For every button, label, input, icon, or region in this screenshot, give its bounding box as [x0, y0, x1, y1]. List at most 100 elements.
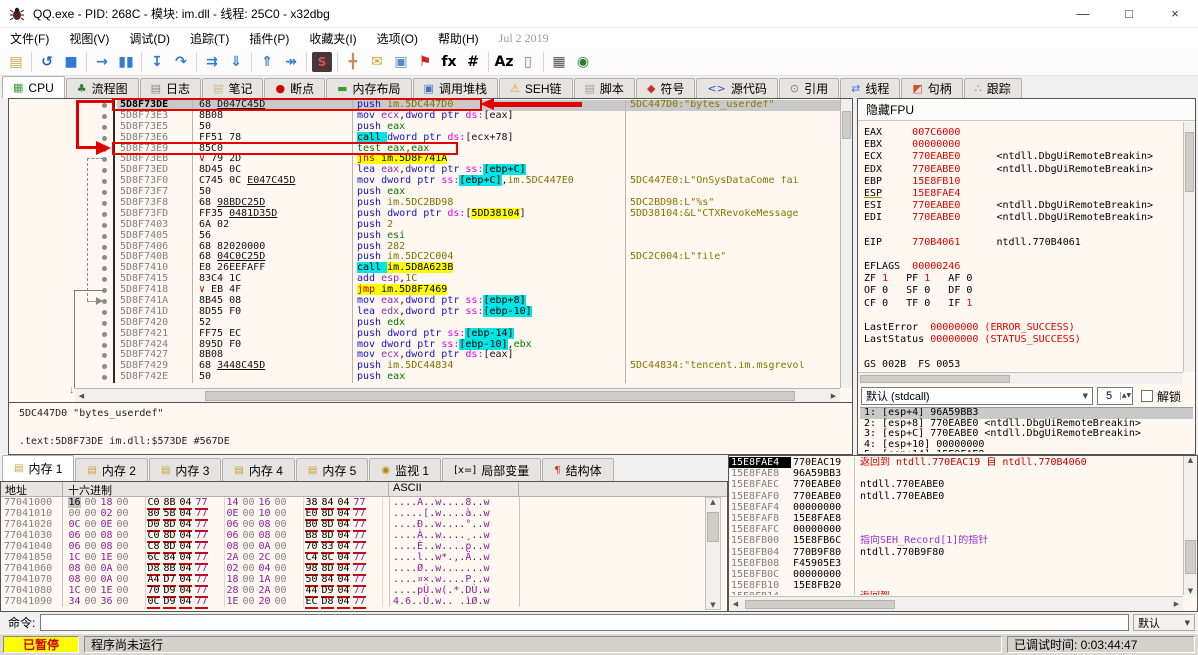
stack-row[interactable]: 15E8FAE4 770EAC19 返回到 ntdll.770EAC19 自 ntd…: [729, 457, 1183, 469]
tab-memory-map[interactable]: ▬ 内存布局: [326, 78, 412, 98]
argument-depth-stepper[interactable]: 5 ▲▼: [1097, 387, 1133, 405]
tab-dump3[interactable]: ▤ 内存 3: [148, 458, 222, 481]
menu-item[interactable]: 插件(P): [239, 30, 299, 47]
stepper-arrows-icon[interactable]: ▲▼: [1120, 392, 1132, 400]
stack-row[interactable]: 15E8FB08 F45905E3: [729, 557, 1183, 569]
scrollbar-thumb[interactable]: [205, 391, 795, 401]
memory-dump-panel[interactable]: 地址 十六进制 ASCII 77041000 16 00 18 00 C0 8B 04 77 14…: [0, 481, 728, 612]
stack-row[interactable]: 15E8FB0C 00000000: [729, 568, 1183, 581]
stack-row[interactable]: 15E8FAF4 00000000: [729, 501, 1183, 513]
tab-dump1[interactable]: ▤ 内存 1: [2, 455, 75, 481]
hide-fpu-button[interactable]: 隐藏FPU: [858, 99, 1195, 121]
tab-struct[interactable]: ¶ 结构体: [542, 458, 614, 481]
stack-row[interactable]: 15E8FB00 15E8FB6C 指向SEH_Record[1]的指针: [729, 535, 1183, 547]
stack-row[interactable]: 15E8FB04 770B9F80 ntdll.770B9F80: [729, 546, 1183, 558]
calculator-button[interactable]: ▦: [547, 50, 571, 74]
tab-dump5[interactable]: ▤ 内存 5: [295, 458, 369, 481]
menu-item[interactable]: 视图(V): [59, 30, 119, 47]
command-input[interactable]: [40, 614, 1129, 631]
scroll-down-icon[interactable]: ▼: [1184, 587, 1197, 595]
memory-row[interactable]: 77041040 06 00 08 00 C8 8D 04 77 08 00 0A 00 70 83 04 77…: [1, 541, 703, 554]
breakpoint-list-button[interactable]: #: [461, 50, 485, 74]
menu-item[interactable]: 追踪(T): [180, 30, 239, 47]
tab-breakpoints[interactable]: ● 断点: [264, 78, 326, 98]
run-to-user-code-button[interactable]: ⇉: [200, 50, 224, 74]
modules-button[interactable]: ▯: [516, 50, 540, 74]
minimize-button[interactable]: —: [1060, 0, 1106, 27]
scroll-up-icon[interactable]: ▲: [1184, 456, 1197, 464]
scroll-left-icon[interactable]: ◀: [75, 392, 88, 400]
comments-button[interactable]: ✉: [365, 50, 389, 74]
scrollbar-thumb[interactable]: [842, 111, 851, 139]
labels-button[interactable]: ▣: [389, 50, 413, 74]
memory-row[interactable]: 77041000 16 00 18 00 C0 8B 04 77 14 00 16 00 38 84 04 77…: [1, 497, 703, 510]
disassembly-hscrollbar[interactable]: ◀ ▶: [75, 388, 840, 402]
run-button[interactable]: →: [90, 50, 114, 74]
patches-button[interactable]: ╋: [341, 50, 365, 74]
disasm-row[interactable]: 5D8F742E 50 push eax: [9, 371, 840, 384]
memory-row[interactable]: 77041070 08 00 0A 00 A4 D7 04 77 18 00 1A 00 50 84 04 77…: [1, 574, 703, 587]
step-over-button[interactable]: ↷: [169, 50, 193, 74]
scroll-right-icon[interactable]: ▶: [827, 392, 840, 400]
stack-panel[interactable]: 15E8FAE4 770EAC19 返回到 ntdll.770EAC19 自 ntd…: [728, 455, 1198, 612]
stop-button[interactable]: ■: [59, 50, 83, 74]
disasm-row[interactable]: 5D8F7405 56 push esi: [9, 230, 840, 242]
argument-row[interactable]: 1: [esp+4] 96A59BB3: [860, 408, 1193, 419]
tab-threads[interactable]: ⇄ 线程: [840, 78, 901, 98]
stack-row[interactable]: 15E8FAFC 00000000: [729, 524, 1183, 536]
scrollbar-thumb[interactable]: [1185, 132, 1194, 192]
memory-row[interactable]: 77041030 06 00 08 00 C0 8D 04 77 06 00 08 00 B8 8D 04 77…: [1, 530, 703, 543]
tab-locals[interactable]: [x=] 局部变量: [442, 458, 542, 481]
memory-row[interactable]: 77041060 08 00 0A 00 D8 8B 04 77 02 00 04 00 98 8D 04 77…: [1, 563, 703, 576]
stack-hscrollbar[interactable]: ◀ ▶: [729, 596, 1183, 611]
memory-row[interactable]: 77041080 1C 00 1E 00 70 D9 04 77 28 00 2A 00 44 D9 04 77…: [1, 585, 703, 598]
tab-symbols[interactable]: ◆ 符号: [635, 78, 696, 98]
strings-button[interactable]: Az: [492, 50, 516, 74]
scrollbar-thumb[interactable]: [860, 375, 1010, 383]
maximize-button[interactable]: □: [1106, 0, 1152, 27]
execute-till-return-button[interactable]: ⇓: [224, 50, 248, 74]
tab-notes[interactable]: ▤ 笔记: [202, 78, 264, 98]
memory-row[interactable]: 77041050 1C 00 1E 00 6C 84 04 77 2A 00 2C 00 C4 8C 04 77…: [1, 552, 703, 565]
unlock-checkbox[interactable]: [1141, 390, 1153, 402]
scylla-button[interactable]: S: [312, 51, 332, 72]
registers-hscrollbar[interactable]: [858, 372, 1183, 384]
bookmarks-button[interactable]: ⚑: [413, 50, 437, 74]
stack-row[interactable]: 15E8FAEC 770EABE0 ntdll.770EABE0: [729, 479, 1183, 491]
references-globe-button[interactable]: ◉: [571, 50, 595, 74]
tab-trace[interactable]: ∴ 跟踪: [963, 78, 1022, 98]
tab-graph[interactable]: ♣ 流程图: [65, 78, 139, 98]
register-list[interactable]: EAX 007C6000 EBX 00000000 ECX 770EABE0 <nt…: [864, 127, 1182, 371]
tab-log[interactable]: ▤ 日志: [139, 78, 202, 98]
argument-row[interactable]: 5: [esp+14] 15E8FAE8: [860, 450, 1193, 452]
tab-seh[interactable]: ⚠ SEH链: [498, 78, 573, 98]
scrollbar-thumb[interactable]: [745, 600, 895, 609]
disassembly-pane[interactable]: 5D8F73DE 68 D047C45D push im.5DC447D0 5DC44…: [8, 98, 853, 403]
close-button[interactable]: ×: [1152, 0, 1198, 27]
step-out-button[interactable]: ⇑: [255, 50, 279, 74]
open-file-button[interactable]: ▤: [4, 50, 28, 74]
memory-vscrollbar[interactable]: ▲ ▼: [705, 497, 721, 610]
scroll-right-icon[interactable]: ▶: [1170, 600, 1183, 608]
disassembly-vscrollbar[interactable]: [840, 99, 852, 388]
pause-button[interactable]: ▮▮: [114, 50, 138, 74]
memory-row[interactable]: 77041090 34 00 36 00 0C D9 04 77 1E 00 20 00 EC D8 04 77…: [1, 596, 703, 609]
attach-button[interactable]: ↠: [279, 50, 303, 74]
scroll-left-icon[interactable]: ◀: [729, 600, 742, 608]
menu-item[interactable]: 调试(D): [119, 30, 180, 47]
memory-row[interactable]: 77041020 0C 00 0E 00 D0 8D 04 77 06 00 08 00 B0 8D 04 77…: [1, 519, 703, 532]
tab-script[interactable]: ▤ 脚本: [573, 78, 635, 98]
menu-item[interactable]: 帮助(H): [428, 30, 489, 47]
calling-convention-select[interactable]: 默认 (stdcall) ▼: [861, 387, 1093, 405]
stack-row[interactable]: 15E8FAF8 15E8FAE8: [729, 512, 1183, 525]
stack-row[interactable]: 15E8FB14 返回到: [729, 591, 1183, 595]
menu-item[interactable]: 收藏夹(I): [299, 30, 366, 47]
tab-dump4[interactable]: ▤ 内存 4: [222, 458, 295, 481]
scroll-up-icon[interactable]: ▲: [707, 498, 720, 506]
step-into-button[interactable]: ↧: [145, 50, 169, 74]
tab-dump2[interactable]: ▤ 内存 2: [75, 458, 148, 481]
tab-references[interactable]: ⊙ 引用: [778, 78, 840, 98]
command-mode-select[interactable]: 默认 ▼: [1133, 614, 1195, 631]
menu-item[interactable]: 文件(F): [0, 30, 59, 47]
tab-handles[interactable]: ◩ 句柄: [901, 78, 963, 98]
